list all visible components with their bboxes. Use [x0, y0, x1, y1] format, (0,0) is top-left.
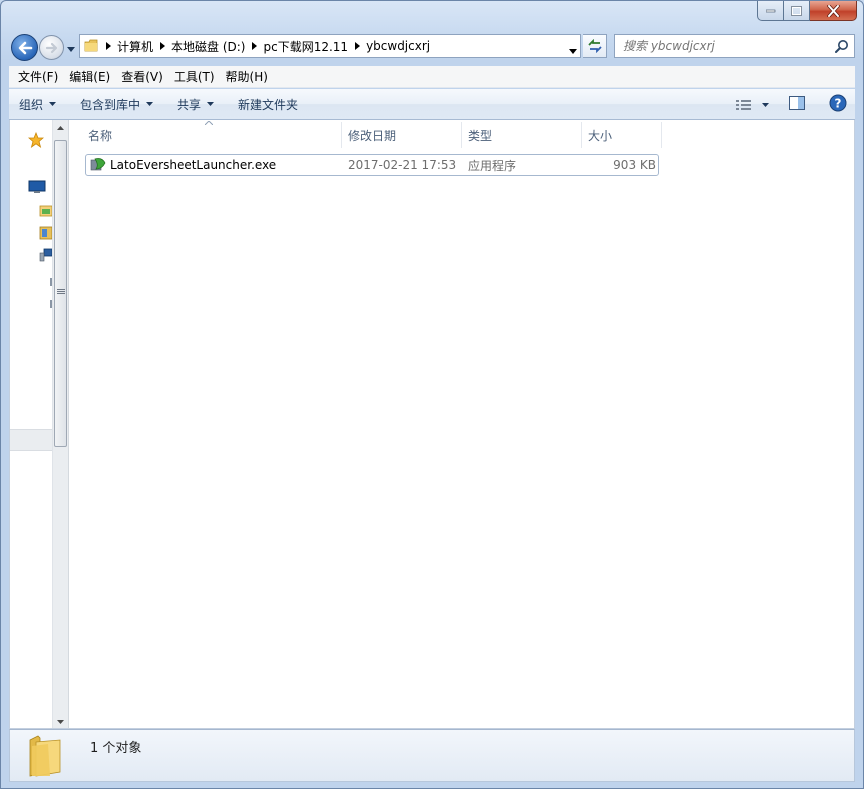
- chevron-down-icon: [49, 102, 57, 106]
- breadcrumb-arrow-icon[interactable]: [153, 42, 171, 50]
- view-details-icon: [736, 99, 751, 110]
- folder-icon: [83, 38, 99, 54]
- item-count: 1 个对象: [90, 741, 142, 756]
- menu-view[interactable]: 查看(V): [116, 68, 168, 85]
- favorites-star-icon[interactable]: [27, 131, 45, 151]
- help-button[interactable]: ?: [829, 94, 847, 115]
- share-button[interactable]: 共享: [177, 96, 215, 113]
- include-library-button[interactable]: 包含到库中: [80, 96, 154, 113]
- new-folder-button[interactable]: 新建文件夹: [238, 96, 298, 113]
- breadcrumb-current-folder[interactable]: ybcwdjcxrj: [366, 39, 430, 53]
- change-view-button[interactable]: [735, 99, 769, 111]
- navigation-pane-scrollbar[interactable]: [52, 120, 69, 728]
- preview-pane-icon: [789, 96, 805, 110]
- address-bar[interactable]: 计算机 本地磁盘 (D:) pc下载网12.11 ybcwdjcxrj: [79, 34, 581, 58]
- breadcrumb: 计算机 本地磁盘 (D:) pc下载网12.11 ybcwdjcxrj: [99, 35, 430, 57]
- refresh-button[interactable]: [583, 34, 607, 58]
- minimize-button[interactable]: [757, 1, 784, 21]
- scroll-down-icon[interactable]: [57, 720, 64, 724]
- search-box[interactable]: [614, 34, 855, 58]
- forward-button[interactable]: [39, 35, 64, 60]
- back-button[interactable]: [11, 34, 38, 61]
- caption-buttons: [757, 1, 857, 21]
- breadcrumb-drive[interactable]: 本地磁盘 (D:): [171, 38, 245, 55]
- explorer-window: 计算机 本地磁盘 (D:) pc下载网12.11 ybcwdjcxrj 文件(F…: [0, 0, 864, 789]
- file-name-cell: LatoEversheetLauncher.exe: [86, 157, 344, 173]
- chevron-down-icon: [67, 47, 75, 52]
- details-pane: 1 个对象: [9, 729, 855, 782]
- chevron-down-icon: [207, 102, 215, 106]
- close-icon: [826, 4, 840, 17]
- share-label: 共享: [177, 97, 202, 112]
- column-header-size[interactable]: 大小: [582, 122, 662, 148]
- file-list: 名称 修改日期 类型 大小 LatoEversheetLauncher.exe: [70, 120, 854, 728]
- command-bar-right: ?: [735, 89, 847, 120]
- column-name-label: 名称: [88, 128, 113, 143]
- table-row[interactable]: LatoEversheetLauncher.exe 2017-02-21 17:…: [85, 154, 659, 176]
- navigation-pane-horizontal-scrollbar[interactable]: [10, 429, 52, 451]
- maximize-icon: [791, 5, 802, 16]
- chevron-down-icon: [762, 102, 769, 107]
- file-size: 903 KB: [613, 158, 656, 172]
- grip-icon: [57, 289, 65, 294]
- computer-icon[interactable]: [39, 248, 53, 265]
- include-library-label: 包含到库中: [80, 97, 141, 112]
- scroll-up-icon[interactable]: [57, 126, 64, 130]
- scrollbar-thumb[interactable]: [54, 140, 67, 447]
- chevron-down-icon: [146, 102, 154, 106]
- column-headers: 名称 修改日期 类型 大小: [82, 121, 662, 148]
- breadcrumb-arrow-icon[interactable]: [245, 42, 263, 50]
- file-date: 2017-02-21 17:53: [348, 158, 457, 172]
- help-icon: ?: [829, 94, 847, 112]
- preview-pane-button[interactable]: [789, 96, 805, 113]
- breadcrumb-arrow-icon[interactable]: [348, 42, 366, 50]
- navigation-pane: [10, 120, 53, 728]
- close-button[interactable]: [810, 1, 857, 21]
- menu-bar: 文件(F) 编辑(E) 查看(V) 工具(T) 帮助(H): [9, 66, 855, 88]
- libraries-icon[interactable]: [39, 204, 53, 221]
- column-date-label: 修改日期: [348, 128, 397, 143]
- maximize-button[interactable]: [784, 1, 810, 21]
- file-type: 应用程序: [468, 158, 517, 173]
- homegroup-icon[interactable]: [39, 226, 53, 243]
- application-icon: [90, 158, 106, 171]
- organize-label: 组织: [19, 97, 44, 112]
- menu-edit[interactable]: 编辑(E): [64, 68, 115, 85]
- menu-file[interactable]: 文件(F): [13, 68, 63, 85]
- minimize-icon: [765, 9, 775, 12]
- menu-help[interactable]: 帮助(H): [221, 68, 273, 85]
- refresh-icon: [587, 39, 602, 53]
- address-dropdown[interactable]: [569, 43, 577, 57]
- breadcrumb-folder[interactable]: pc下载网12.11: [263, 38, 348, 55]
- menu-tools[interactable]: 工具(T): [169, 68, 220, 85]
- svg-text:?: ?: [835, 97, 842, 111]
- column-type-label: 类型: [468, 128, 493, 143]
- search-input[interactable]: [615, 39, 827, 53]
- command-bar: 组织 包含到库中 共享 新建文件夹 ?: [9, 89, 855, 120]
- new-folder-label: 新建文件夹: [238, 97, 299, 112]
- forward-arrow-icon: [45, 42, 57, 53]
- breadcrumb-computer[interactable]: 计算机: [117, 38, 153, 55]
- column-header-date[interactable]: 修改日期: [342, 122, 462, 148]
- sort-ascending-icon: [205, 121, 213, 125]
- column-size-label: 大小: [588, 128, 613, 143]
- search-icon[interactable]: [835, 39, 849, 56]
- content-area: 名称 修改日期 类型 大小 LatoEversheetLauncher.exe: [9, 120, 855, 729]
- folder-icon: [26, 734, 66, 781]
- column-header-name[interactable]: 名称: [82, 121, 342, 148]
- file-name: LatoEversheetLauncher.exe: [110, 158, 277, 172]
- column-header-type[interactable]: 类型: [462, 122, 582, 148]
- desktop-icon[interactable]: [28, 180, 46, 197]
- organize-button[interactable]: 组织: [19, 96, 57, 113]
- navigation-bar: 计算机 本地磁盘 (D:) pc下载网12.11 ybcwdjcxrj: [9, 33, 855, 61]
- back-arrow-icon: [18, 41, 32, 54]
- history-dropdown[interactable]: [67, 41, 75, 55]
- chevron-down-icon: [569, 49, 577, 54]
- breadcrumb-arrow-icon[interactable]: [99, 42, 117, 50]
